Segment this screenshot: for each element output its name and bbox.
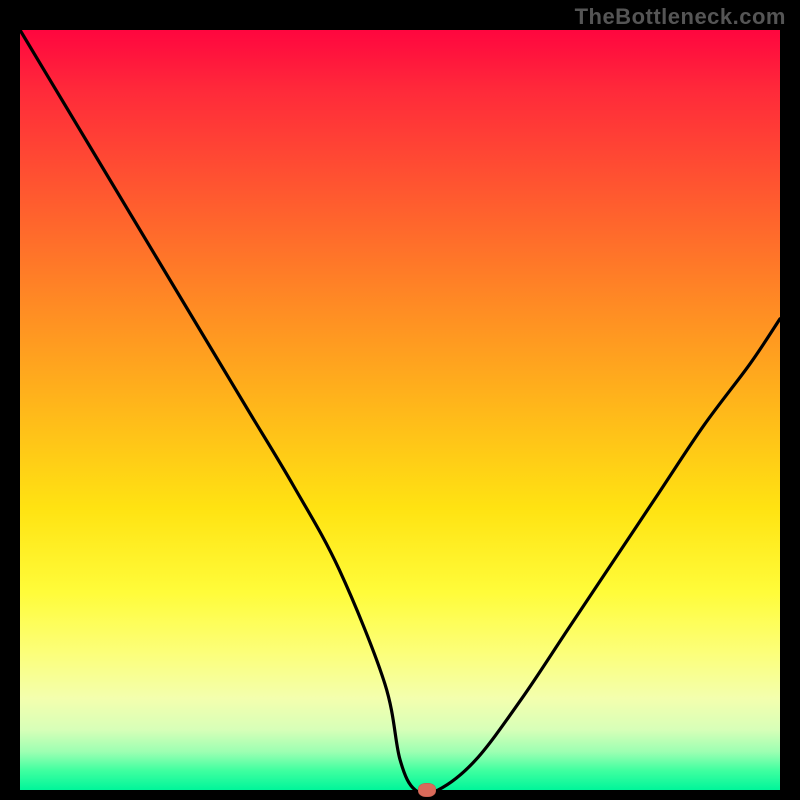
curve-svg <box>20 30 780 790</box>
chart-frame: TheBottleneck.com <box>0 0 800 800</box>
minimum-marker <box>418 783 436 797</box>
watermark-text: TheBottleneck.com <box>575 4 786 30</box>
plot-area <box>20 30 780 790</box>
bottleneck-curve-path <box>20 30 780 794</box>
